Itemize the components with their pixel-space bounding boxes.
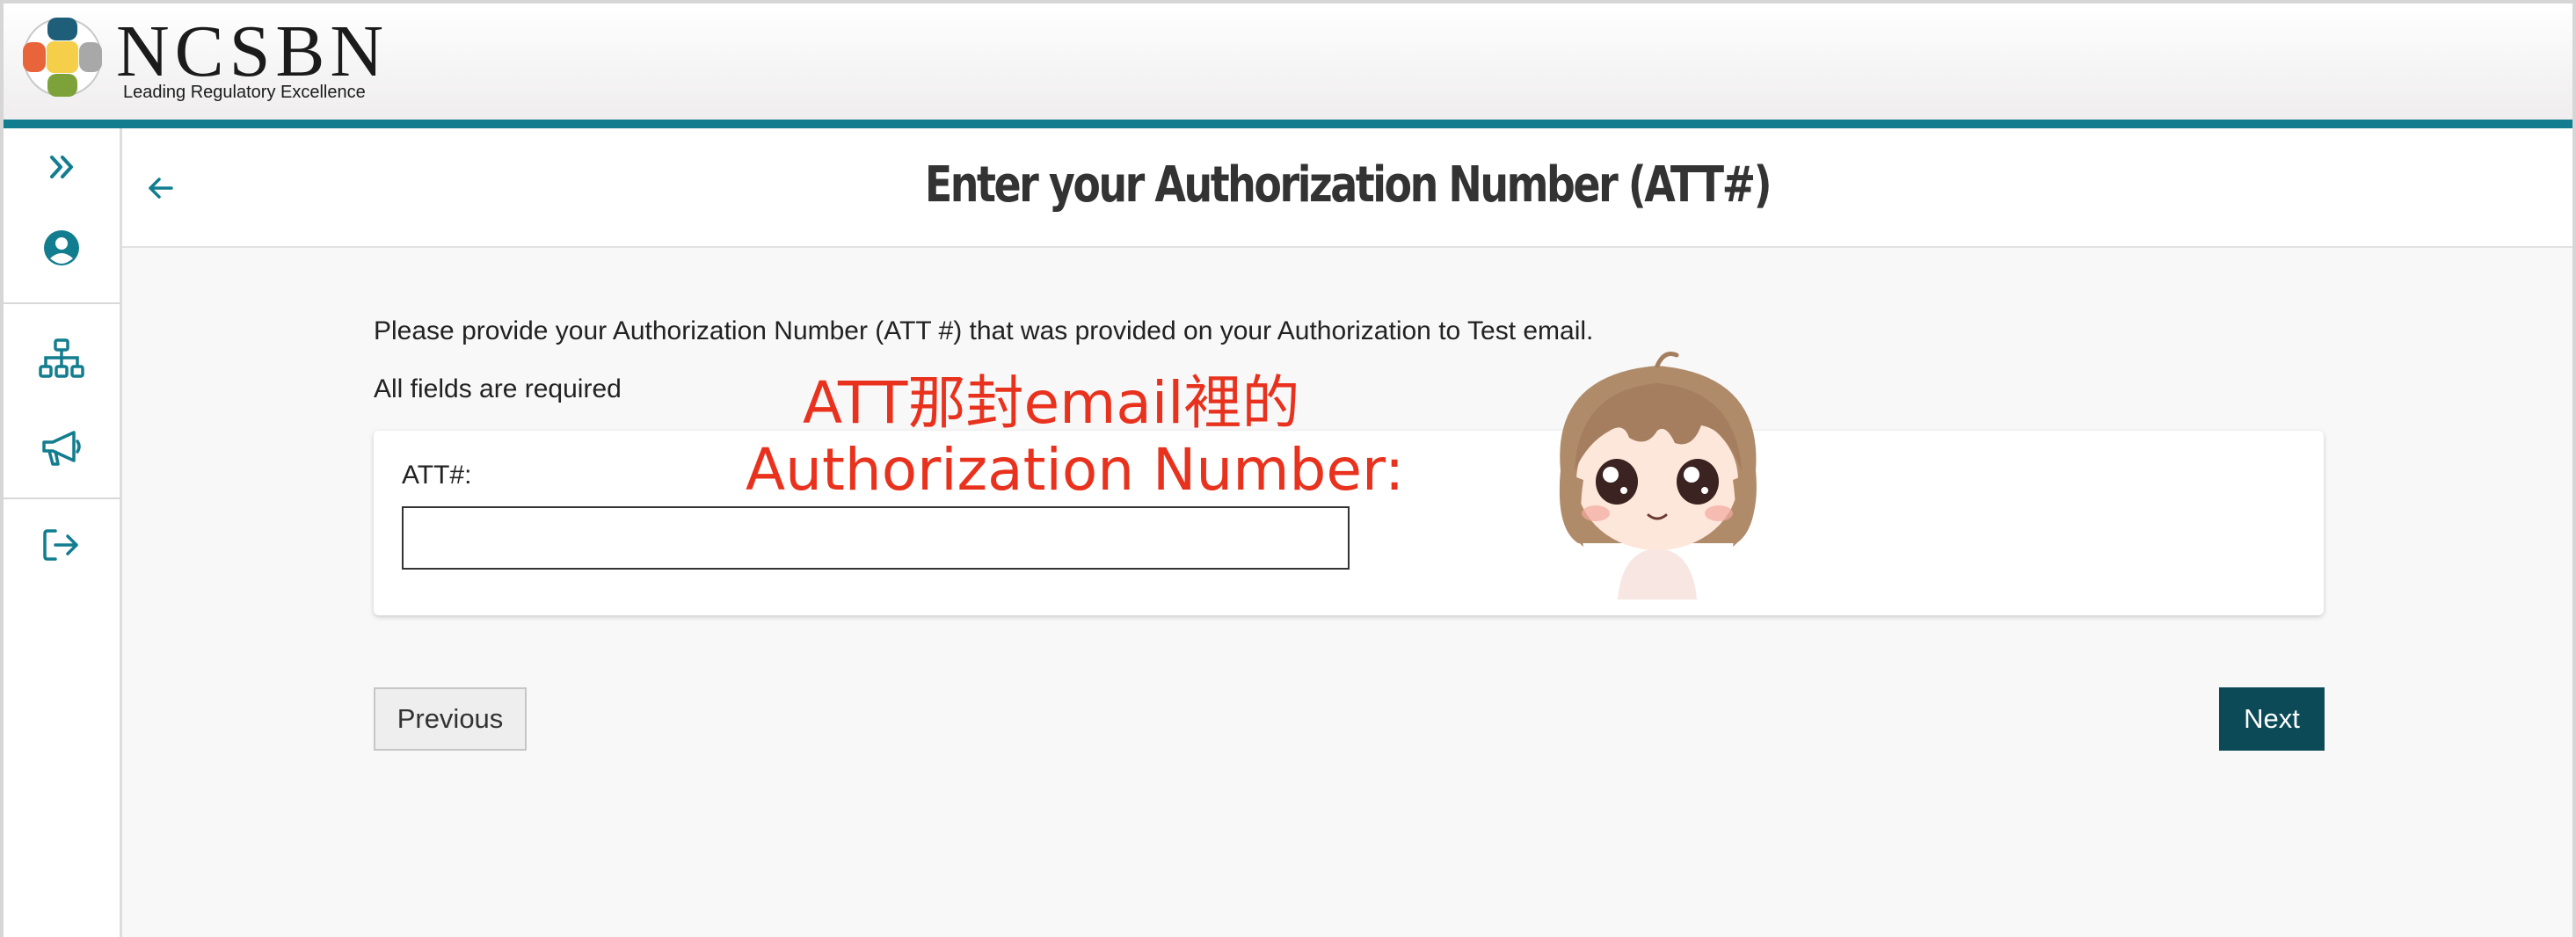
sidebar-divider: [4, 302, 120, 304]
annotation-line-1: ATT那封email裡的: [803, 369, 1300, 437]
annotation-line-2: Authorization Number:: [746, 436, 1405, 504]
page-title-bar: Enter your Authorization Number (ATT#): [122, 128, 2572, 248]
required-note: All fields are required: [374, 374, 622, 403]
att-number-input[interactable]: [402, 506, 1350, 570]
intro-text: Please provide your Authorization Number…: [374, 316, 1594, 345]
chibi-girl-sticker-icon: [1559, 352, 1757, 599]
brand-tagline: Leading Regulatory Excellence: [123, 83, 366, 102]
page-title: Enter your Authorization Number (ATT#): [924, 156, 1772, 214]
brand-name: NCSBN: [116, 11, 389, 92]
next-button[interactable]: Next: [2219, 687, 2325, 751]
sign-out-button[interactable]: [4, 510, 120, 580]
arrow-left-icon[interactable]: [143, 171, 178, 206]
megaphone-icon: [42, 431, 81, 466]
top-header: NCSBN Leading Regulatory Excellence: [4, 4, 2572, 128]
previous-button[interactable]: Previous: [374, 687, 527, 751]
expand-sidebar-button[interactable]: [4, 141, 120, 193]
ncsbn-logo-icon: [23, 18, 102, 97]
announcements-button[interactable]: [4, 413, 120, 483]
double-chevron-right-icon: [50, 156, 73, 178]
sidebar: [4, 128, 122, 937]
user-circle-icon: [44, 230, 79, 265]
sitemap-icon: [39, 338, 84, 378]
sidebar-divider: [4, 498, 120, 499]
att-label: ATT#:: [402, 461, 472, 490]
profile-button[interactable]: [4, 213, 120, 283]
sitemap-button[interactable]: [4, 323, 120, 394]
sign-out-icon: [43, 529, 78, 561]
